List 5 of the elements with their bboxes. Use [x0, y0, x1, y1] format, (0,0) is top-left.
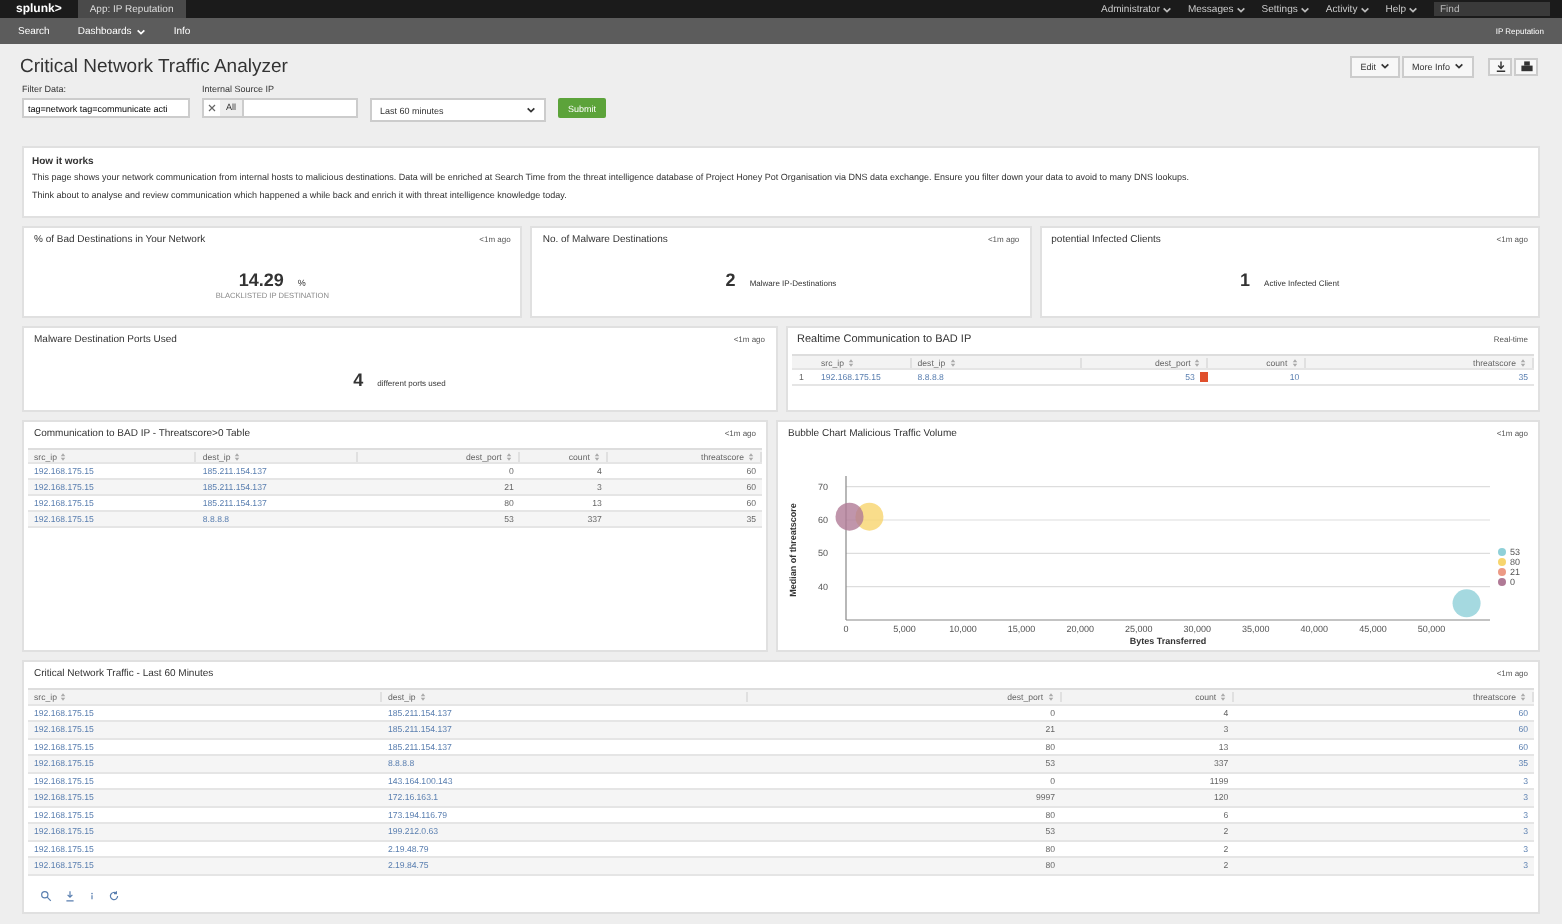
stat-value: 2 [725, 270, 736, 290]
stat-value: 14.29 [238, 270, 284, 290]
dashboard-title: Critical Network Traffic Analyzer [20, 55, 288, 77]
stat-value: 1 [1240, 270, 1251, 290]
stat-value: 4 [353, 370, 364, 390]
